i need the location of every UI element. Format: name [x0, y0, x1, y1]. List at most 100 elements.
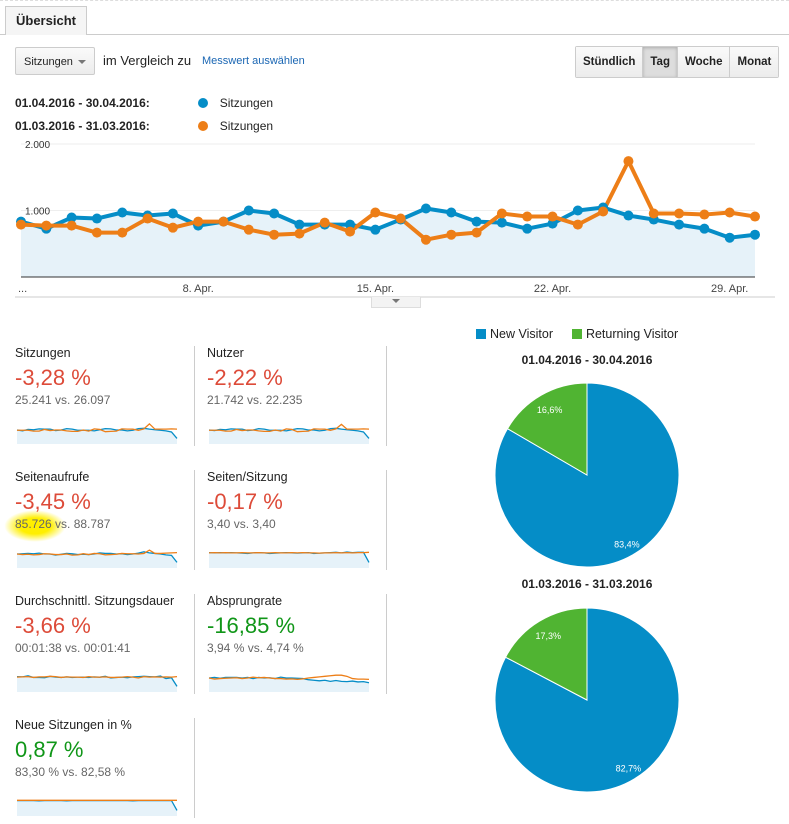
metric-name: Neue Sitzungen in % — [15, 718, 132, 732]
data-point[interactable] — [572, 205, 583, 216]
metric-change: -3,28 % — [15, 365, 91, 390]
pie-slice-label: 16,6% — [537, 405, 563, 415]
data-point[interactable] — [218, 216, 229, 227]
data-point[interactable] — [294, 228, 305, 239]
metric-change: -0,17 % — [207, 489, 283, 514]
sparkline — [208, 551, 370, 568]
x-tick-label: 29. Apr. — [711, 283, 748, 295]
data-point[interactable] — [269, 208, 280, 219]
x-tick-label: 15. Apr. — [357, 283, 394, 295]
data-point[interactable] — [269, 229, 280, 240]
data-point[interactable] — [674, 219, 685, 230]
granularity-day-button[interactable]: Tag — [642, 47, 677, 77]
data-point[interactable] — [471, 216, 482, 227]
data-point[interactable] — [674, 208, 685, 219]
granularity-hourly-button[interactable]: Stündlich — [576, 47, 643, 77]
data-point[interactable] — [66, 220, 77, 231]
data-point[interactable] — [294, 219, 305, 230]
data-point[interactable] — [522, 223, 533, 234]
metric-compare: 00:01:38 vs. 00:01:41 — [15, 641, 131, 655]
data-point[interactable] — [699, 223, 710, 234]
metric-card[interactable]: Durchschnittl. Sitzungsdauer -3,66 % 00:01… — [15, 594, 185, 692]
data-point[interactable] — [370, 224, 381, 235]
chevron-down-icon — [392, 299, 400, 303]
legend-dot-icon — [198, 98, 209, 108]
data-point[interactable] — [117, 227, 128, 238]
data-point[interactable] — [496, 217, 507, 228]
data-point[interactable] — [16, 219, 26, 230]
metric-name: Seiten/Sitzung — [207, 470, 288, 484]
metric-card[interactable]: Seiten/Sitzung -0,17 % 3,40 vs. 3,40 — [207, 470, 377, 568]
select-metric-link[interactable]: Messwert auswählen — [202, 55, 305, 67]
data-point[interactable] — [699, 209, 710, 220]
sessions-line-chart: 1.000 2.000... 8. Apr. 15. Apr. 22. Apr. 29. … — [15, 140, 775, 298]
metric-change: 0,87 % — [15, 737, 84, 762]
metric-select[interactable]: Sitzungen — [15, 47, 95, 75]
data-point[interactable] — [750, 211, 760, 222]
data-point[interactable] — [91, 227, 102, 238]
data-point[interactable] — [572, 219, 583, 230]
sparkline — [16, 675, 178, 692]
legend-row-previous: 01.03.2016 - 31.03.2016: Sitzungen — [15, 119, 273, 133]
data-point[interactable] — [193, 216, 204, 227]
data-point[interactable] — [446, 207, 457, 218]
data-point[interactable] — [243, 224, 254, 235]
data-point[interactable] — [142, 213, 153, 224]
collapse-chart-handle[interactable] — [371, 297, 421, 308]
metric-compare: 3,94 % vs. 4,74 % — [207, 641, 304, 655]
data-point[interactable] — [370, 207, 381, 218]
x-tick-label: ... — [18, 283, 27, 295]
divider — [386, 594, 387, 694]
compare-label: im Vergleich zu — [103, 53, 192, 68]
data-point[interactable] — [420, 234, 431, 245]
data-point[interactable] — [345, 226, 356, 237]
y-tick-label: 1.000 — [25, 207, 50, 218]
metric-name: Absprungrate — [207, 594, 283, 608]
data-point[interactable] — [167, 208, 178, 219]
legend-metric: Sitzungen — [219, 119, 274, 133]
data-point[interactable] — [496, 208, 507, 219]
sparkline-area — [209, 552, 369, 568]
legend-range: 01.03.2016 - 31.03.2016: — [15, 119, 150, 133]
metric-card[interactable]: Absprungrate -16,85 % 3,94 % vs. 4,74 % — [207, 594, 377, 692]
data-point[interactable] — [750, 229, 760, 240]
divider — [386, 346, 387, 446]
data-point[interactable] — [117, 207, 128, 218]
granularity-group: Stündlich Tag Woche Monat — [575, 46, 780, 78]
data-point[interactable] — [724, 207, 735, 218]
metric-card[interactable]: Nutzer -2,22 % 21.742 vs. 22.235 — [207, 346, 377, 444]
data-point[interactable] — [724, 232, 735, 243]
data-point[interactable] — [598, 206, 609, 217]
data-point[interactable] — [623, 156, 634, 167]
data-point[interactable] — [319, 217, 330, 228]
data-point[interactable] — [243, 205, 254, 216]
data-point[interactable] — [395, 213, 406, 224]
legend-label: Returning Visitor — [585, 327, 679, 341]
tab-overview[interactable]: Übersicht — [5, 6, 87, 35]
metric-change: -16,85 % — [207, 613, 296, 638]
data-point[interactable] — [167, 222, 178, 233]
data-point[interactable] — [41, 220, 52, 231]
metric-compare: 3,40 vs. 3,40 — [207, 517, 276, 531]
granularity-month-button[interactable]: Monat — [729, 47, 779, 77]
data-point[interactable] — [623, 210, 634, 221]
legend-dot-icon — [198, 121, 209, 131]
data-point[interactable] — [91, 213, 102, 224]
metric-card[interactable]: Seitenaufrufe -3,45 % 85.726 vs. 88.787 — [15, 470, 185, 568]
metric-card[interactable]: Neue Sitzungen in % 0,87 % 83,30 % vs. 82,… — [15, 718, 185, 816]
sparkline — [17, 799, 178, 816]
metric-name: Sitzungen — [15, 346, 71, 360]
legend-swatch-icon — [476, 329, 486, 339]
data-point[interactable] — [446, 229, 457, 240]
data-point[interactable] — [648, 208, 659, 219]
data-point[interactable] — [522, 211, 533, 222]
metric-compare: 83,30 % vs. 82,58 % — [15, 765, 126, 779]
metric-card[interactable]: Sitzungen -3,28 % 25.241 vs. 26.097 — [15, 346, 185, 444]
data-point[interactable] — [471, 227, 482, 238]
divider — [194, 346, 195, 446]
legend-range: 01.04.2016 - 30.04.2016: — [15, 96, 150, 110]
data-point[interactable] — [547, 211, 558, 222]
data-point[interactable] — [420, 203, 431, 214]
legend-swatch-icon — [571, 329, 582, 339]
granularity-week-button[interactable]: Woche — [676, 47, 730, 77]
